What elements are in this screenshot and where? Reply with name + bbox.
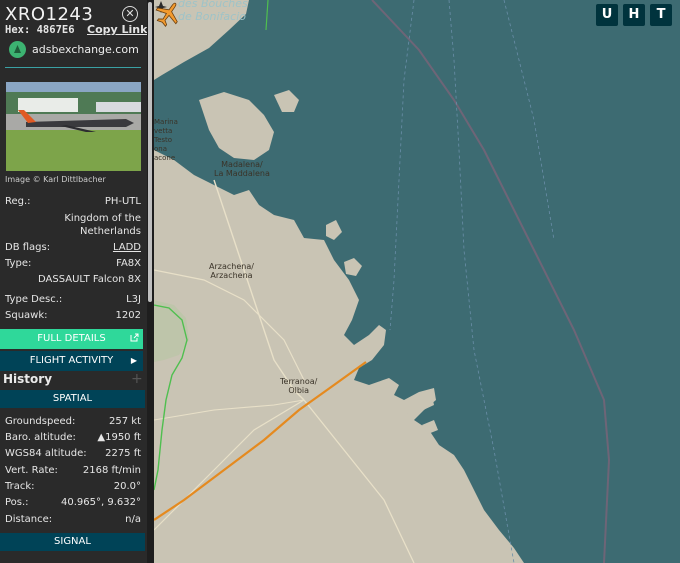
callsign: XRO1243 xyxy=(5,4,94,25)
photo-credit: Image © Karl Dittlbacher xyxy=(5,175,106,184)
baro-altitude-value: ▲1950 ft xyxy=(97,432,141,443)
position-value: 40.965°, 9.632° xyxy=(61,497,141,508)
dbflags-value-link[interactable]: LADD xyxy=(113,242,141,253)
trace-button[interactable]: T xyxy=(650,4,672,26)
squawk-label: Squawk: xyxy=(5,310,48,321)
type-label: Type: xyxy=(5,258,32,269)
place-label-olbia: Terranoa/Olbia xyxy=(280,377,318,395)
place-label-marina: Marina vetta Testo ona acone xyxy=(154,118,178,162)
history-toggle-button[interactable]: H xyxy=(623,4,645,26)
wgs84-altitude-value: 2275 ft xyxy=(105,448,141,459)
groundspeed-value: 257 kt xyxy=(109,416,141,427)
typedesc-value: L3J xyxy=(126,294,141,305)
track-label: Track: xyxy=(5,481,35,492)
map-canvas[interactable] xyxy=(154,0,680,563)
scrollbar-thumb[interactable] xyxy=(148,2,152,302)
full-details-label: FULL DETAILS xyxy=(37,333,106,344)
history-expand-icon[interactable]: + xyxy=(131,371,143,387)
flight-activity-button[interactable]: FLIGHT ACTIVITY ▶ xyxy=(0,351,143,371)
signal-section-header[interactable]: SIGNAL xyxy=(0,533,145,551)
close-button[interactable]: ✕ xyxy=(122,6,138,22)
vert-rate-label: Vert. Rate: xyxy=(5,465,58,476)
aircraft-photo[interactable] xyxy=(6,82,141,171)
hex-code: Hex: 4867E6 xyxy=(5,24,75,36)
type-value: FA8X xyxy=(116,258,141,269)
map-view[interactable]: des Bouches de Bonifacio Madalena/La Madd… xyxy=(154,0,680,563)
units-button[interactable]: U xyxy=(596,4,618,26)
source-link[interactable]: adsbexchange.com xyxy=(9,41,139,58)
reg-label: Reg.: xyxy=(5,196,31,207)
sea-label: des Bouches de Bonifacio xyxy=(178,0,248,23)
history-heading: History xyxy=(3,372,53,386)
divider xyxy=(5,67,141,68)
external-link-icon xyxy=(130,333,139,342)
track-value: 20.0° xyxy=(113,481,141,492)
distance-value: n/a xyxy=(125,514,141,525)
spatial-section-header[interactable]: SPATIAL xyxy=(0,390,145,408)
country-value: Kingdom of the Netherlands xyxy=(64,213,141,237)
baro-altitude-label: Baro. altitude: xyxy=(5,432,76,443)
wgs84-altitude-label: WGS84 altitude: xyxy=(5,448,87,459)
aircraft-plane-icon[interactable] xyxy=(154,0,182,28)
type-name: DASSAULT Falcon 8X xyxy=(38,274,141,285)
typedesc-label: Type Desc.: xyxy=(5,294,63,305)
sidebar-scrollbar[interactable] xyxy=(147,0,154,563)
squawk-value: 1202 xyxy=(115,310,141,321)
aircraft-info-sidebar: XRO1243 ✕ Hex: 4867E6 Copy Link adsbexch… xyxy=(0,0,154,563)
place-label-maddalena: Madalena/La Maddalena xyxy=(214,160,270,178)
adsbexchange-logo-icon xyxy=(9,41,26,58)
reg-value: PH-UTL xyxy=(104,196,141,207)
copy-link-button[interactable]: Copy Link xyxy=(87,23,147,36)
position-label: Pos.: xyxy=(5,497,29,508)
groundspeed-label: Groundspeed: xyxy=(5,416,76,427)
vert-rate-value: 2168 ft/min xyxy=(82,465,141,476)
dbflags-label: DB flags: xyxy=(5,242,51,253)
full-details-button[interactable]: FULL DETAILS xyxy=(0,329,143,349)
chevron-right-icon: ▶ xyxy=(130,356,137,365)
map-button-group: U H T xyxy=(596,4,672,26)
source-text: adsbexchange.com xyxy=(32,43,139,56)
distance-label: Distance: xyxy=(5,514,53,525)
place-label-arzachena: Arzachena/Arzachena xyxy=(209,262,254,280)
flight-activity-label: FLIGHT ACTIVITY xyxy=(29,355,114,366)
